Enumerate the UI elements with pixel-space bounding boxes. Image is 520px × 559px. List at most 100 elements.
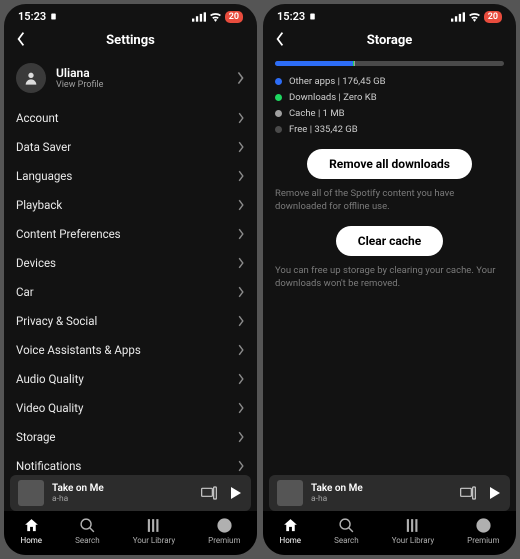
profile-name: Uliana bbox=[56, 66, 103, 80]
status-time: 15:23 bbox=[18, 10, 46, 23]
avatar bbox=[16, 63, 46, 93]
menu-item-label: Playback bbox=[16, 198, 62, 212]
menu-item[interactable]: Content Preferences bbox=[16, 219, 245, 248]
menu-item-label: Voice Assistants & Apps bbox=[16, 343, 141, 357]
devices-icon[interactable] bbox=[460, 486, 476, 500]
chevron-right-icon bbox=[237, 141, 245, 153]
now-playing-bar[interactable]: Take on Me a-ha bbox=[10, 475, 251, 511]
menu-item[interactable]: Account bbox=[16, 103, 245, 132]
menu-item-label: Notifications bbox=[16, 459, 81, 473]
track-title: Take on Me bbox=[52, 483, 104, 494]
chevron-right-icon bbox=[237, 112, 245, 124]
menu-item-label: Languages bbox=[16, 169, 72, 183]
menu-item-label: Storage bbox=[16, 430, 56, 444]
menu-item[interactable]: Playback bbox=[16, 190, 245, 219]
signal-icon bbox=[451, 12, 465, 22]
status-time: 15:23 bbox=[277, 10, 305, 23]
battery-badge: 20 bbox=[484, 11, 502, 23]
chevron-right-icon bbox=[237, 344, 245, 356]
legend-row: Downloads | Zero KB bbox=[275, 92, 504, 103]
menu-item-label: Data Saver bbox=[16, 140, 71, 154]
remove-downloads-button[interactable]: Remove all downloads bbox=[307, 149, 472, 179]
page-title: Settings bbox=[106, 33, 155, 48]
tab-search[interactable]: Search bbox=[334, 517, 359, 545]
chevron-right-icon bbox=[237, 257, 245, 269]
tab-premium[interactable]: Premium bbox=[467, 517, 499, 545]
menu-item-label: Devices bbox=[16, 256, 56, 270]
menu-item-label: Privacy & Social bbox=[16, 314, 97, 328]
tab-icon bbox=[404, 517, 421, 534]
chevron-right-icon bbox=[237, 286, 245, 298]
chevron-right-icon bbox=[237, 373, 245, 385]
tab-icon bbox=[282, 517, 299, 534]
tab-icon bbox=[23, 517, 40, 534]
devices-icon[interactable] bbox=[201, 486, 217, 500]
back-icon[interactable] bbox=[14, 31, 28, 47]
now-playing-text: Take on Me a-ha bbox=[311, 483, 363, 504]
storage-usage-bar bbox=[275, 61, 504, 66]
tab-your-library[interactable]: Your Library bbox=[392, 517, 434, 545]
title-bar: Storage bbox=[263, 25, 516, 55]
tab-home[interactable]: Home bbox=[280, 517, 302, 545]
tab-bar: Home Search Your Library Premium bbox=[263, 511, 516, 555]
album-art bbox=[277, 480, 303, 506]
menu-item[interactable]: Car bbox=[16, 277, 245, 306]
person-icon bbox=[23, 70, 39, 86]
tab-home[interactable]: Home bbox=[21, 517, 43, 545]
tab-search[interactable]: Search bbox=[75, 517, 100, 545]
track-artist: a-ha bbox=[52, 494, 104, 504]
tab-bar: Home Search Your Library Premium bbox=[4, 511, 257, 555]
menu-item[interactable]: Voice Assistants & Apps bbox=[16, 335, 245, 364]
legend-row: Other apps | 176,45 GB bbox=[275, 76, 504, 87]
menu-item[interactable]: Video Quality bbox=[16, 393, 245, 422]
menu-item-label: Account bbox=[16, 111, 59, 125]
tab-icon bbox=[475, 517, 492, 534]
tab-label: Search bbox=[334, 536, 359, 545]
chevron-right-icon bbox=[237, 431, 245, 443]
legend-dot bbox=[275, 126, 282, 133]
phone-right: 15:23 20 Storage Other apps | 176,45 GB D… bbox=[263, 4, 516, 555]
now-playing-text: Take on Me a-ha bbox=[52, 483, 104, 504]
now-playing-bar[interactable]: Take on Me a-ha bbox=[269, 475, 510, 511]
tab-icon bbox=[216, 517, 233, 534]
remove-downloads-desc: Remove all of the Spotify content you ha… bbox=[275, 187, 504, 214]
title-bar: Settings bbox=[4, 25, 257, 55]
clear-cache-button[interactable]: Clear cache bbox=[336, 226, 443, 256]
menu-item[interactable]: Privacy & Social bbox=[16, 306, 245, 335]
legend-dot bbox=[275, 78, 282, 85]
menu-item[interactable]: Languages bbox=[16, 161, 245, 190]
chevron-right-icon bbox=[237, 460, 245, 472]
menu-item[interactable]: Audio Quality bbox=[16, 364, 245, 393]
menu-item-label: Car bbox=[16, 285, 34, 299]
clear-cache-desc: You can free up storage by clearing your… bbox=[275, 264, 504, 291]
play-icon[interactable] bbox=[227, 485, 243, 501]
chevron-right-icon bbox=[237, 170, 245, 182]
profile-sub: View Profile bbox=[56, 80, 103, 90]
back-icon[interactable] bbox=[273, 31, 287, 47]
menu-item[interactable]: Devices bbox=[16, 248, 245, 277]
tab-icon bbox=[79, 517, 96, 534]
battery-badge: 20 bbox=[225, 11, 243, 23]
menu-item-label: Audio Quality bbox=[16, 372, 84, 386]
profile-row[interactable]: Uliana View Profile bbox=[16, 55, 245, 103]
near-icon bbox=[49, 12, 58, 21]
legend-label: Downloads | Zero KB bbox=[289, 92, 377, 103]
status-bar: 15:23 20 bbox=[4, 4, 257, 25]
page-title: Storage bbox=[367, 33, 413, 48]
near-icon bbox=[308, 12, 317, 21]
menu-item-label: Video Quality bbox=[16, 401, 83, 415]
tab-premium[interactable]: Premium bbox=[208, 517, 240, 545]
tab-label: Your Library bbox=[133, 536, 175, 545]
wifi-icon bbox=[209, 12, 222, 22]
track-artist: a-ha bbox=[311, 494, 363, 504]
profile-text: Uliana View Profile bbox=[56, 66, 103, 90]
play-icon[interactable] bbox=[486, 485, 502, 501]
tab-label: Home bbox=[280, 536, 302, 545]
menu-item-label: Content Preferences bbox=[16, 227, 121, 241]
chevron-right-icon bbox=[237, 228, 245, 240]
menu-item[interactable]: Storage bbox=[16, 422, 245, 451]
menu-item[interactable]: Data Saver bbox=[16, 132, 245, 161]
legend-row: Free | 335,42 GB bbox=[275, 124, 504, 135]
chevron-right-icon bbox=[237, 402, 245, 414]
tab-your-library[interactable]: Your Library bbox=[133, 517, 175, 545]
